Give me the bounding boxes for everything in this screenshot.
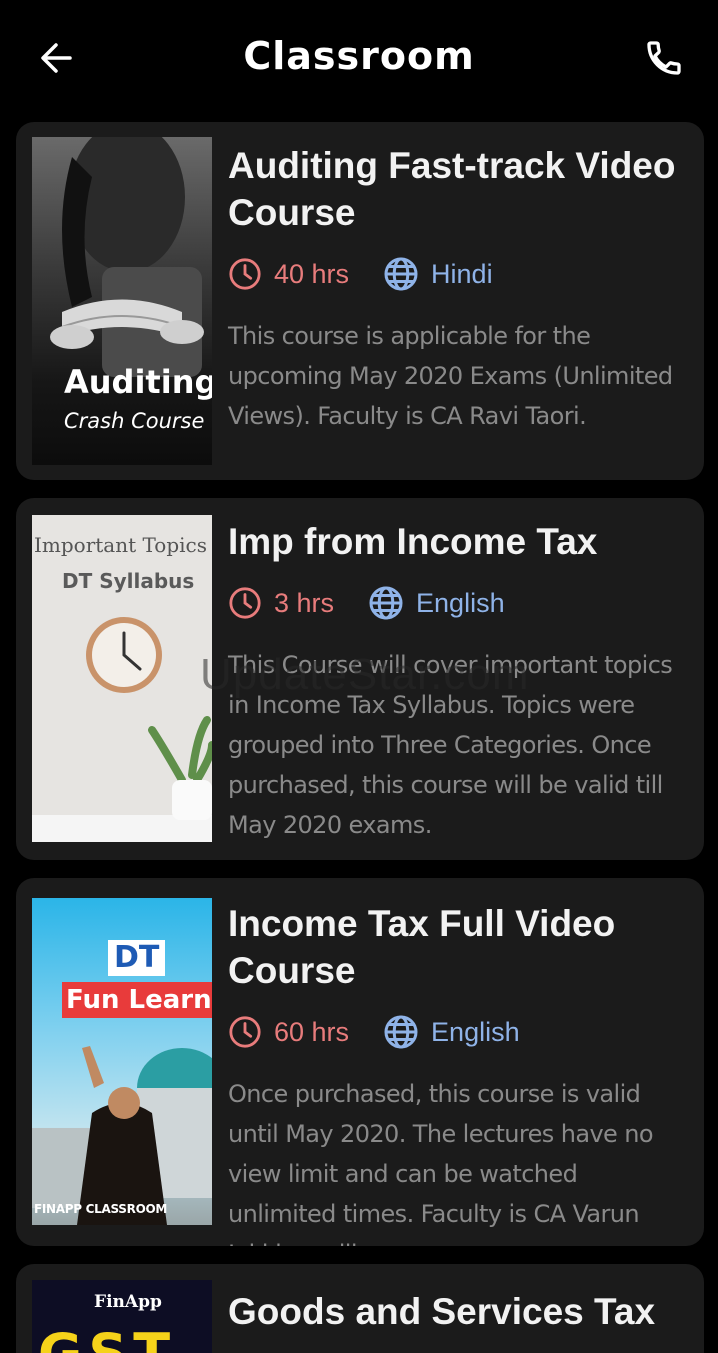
thumbnail-title: FinApp <box>94 1292 162 1312</box>
course-title: Income Tax Full Video Course <box>228 903 616 991</box>
course-duration: 60 hrs <box>274 1016 350 1047</box>
course-title: Goods and Services Tax <box>228 1291 656 1332</box>
globe-icon <box>384 1015 418 1049</box>
wall-clock-image <box>32 617 212 842</box>
course-description: This Course will cover important topics … <box>228 651 673 839</box>
course-language: English <box>431 1016 520 1047</box>
course-title: Auditing Fast-track Video Course <box>228 145 676 233</box>
course-card[interactable]: Auditing Crash Course Auditing Fast-trac… <box>16 122 704 480</box>
course-card[interactable]: DT Fun Learn FINAPP CLASSROOM Income Tax… <box>16 878 704 1246</box>
thumbnail-subtitle: GST <box>38 1324 176 1353</box>
course-thumbnail: Important Topics DT Syllabus <box>32 515 212 842</box>
app-header: Classroom <box>0 0 718 115</box>
globe-icon <box>369 586 403 620</box>
brand-label: FINAPP CLASSROOM <box>34 1202 168 1216</box>
phone-icon <box>647 41 681 75</box>
course-title: Imp from Income Tax <box>228 521 598 562</box>
course-language: English <box>416 587 505 618</box>
course-language: Hindi <box>431 258 493 289</box>
thumbnail-subtitle: Crash Course <box>64 409 205 433</box>
clock-icon <box>229 258 261 290</box>
course-card[interactable]: Important Topics DT Syllabus Imp from In… <box>16 498 704 860</box>
course-card[interactable]: FinApp GST Goods and Services Tax <box>16 1264 704 1353</box>
course-duration: 40 hrs <box>274 258 350 289</box>
course-thumbnail: FinApp GST <box>32 1280 212 1353</box>
course-thumbnail: Auditing Crash Course <box>32 137 212 465</box>
thumbnail-title: Auditing <box>64 363 212 401</box>
course-description: This course is applicable for the upcomi… <box>228 322 673 430</box>
course-description: Once purchased, this course is valid unt… <box>228 1080 654 1246</box>
course-thumbnail: DT Fun Learn FINAPP CLASSROOM <box>32 898 212 1225</box>
clock-icon <box>229 587 261 619</box>
page-title: Classroom <box>243 34 475 78</box>
call-button[interactable] <box>640 34 688 82</box>
clock-icon <box>229 1016 261 1048</box>
globe-icon <box>384 257 418 291</box>
course-duration: 3 hrs <box>274 587 335 618</box>
graduate-image <box>32 1046 212 1225</box>
